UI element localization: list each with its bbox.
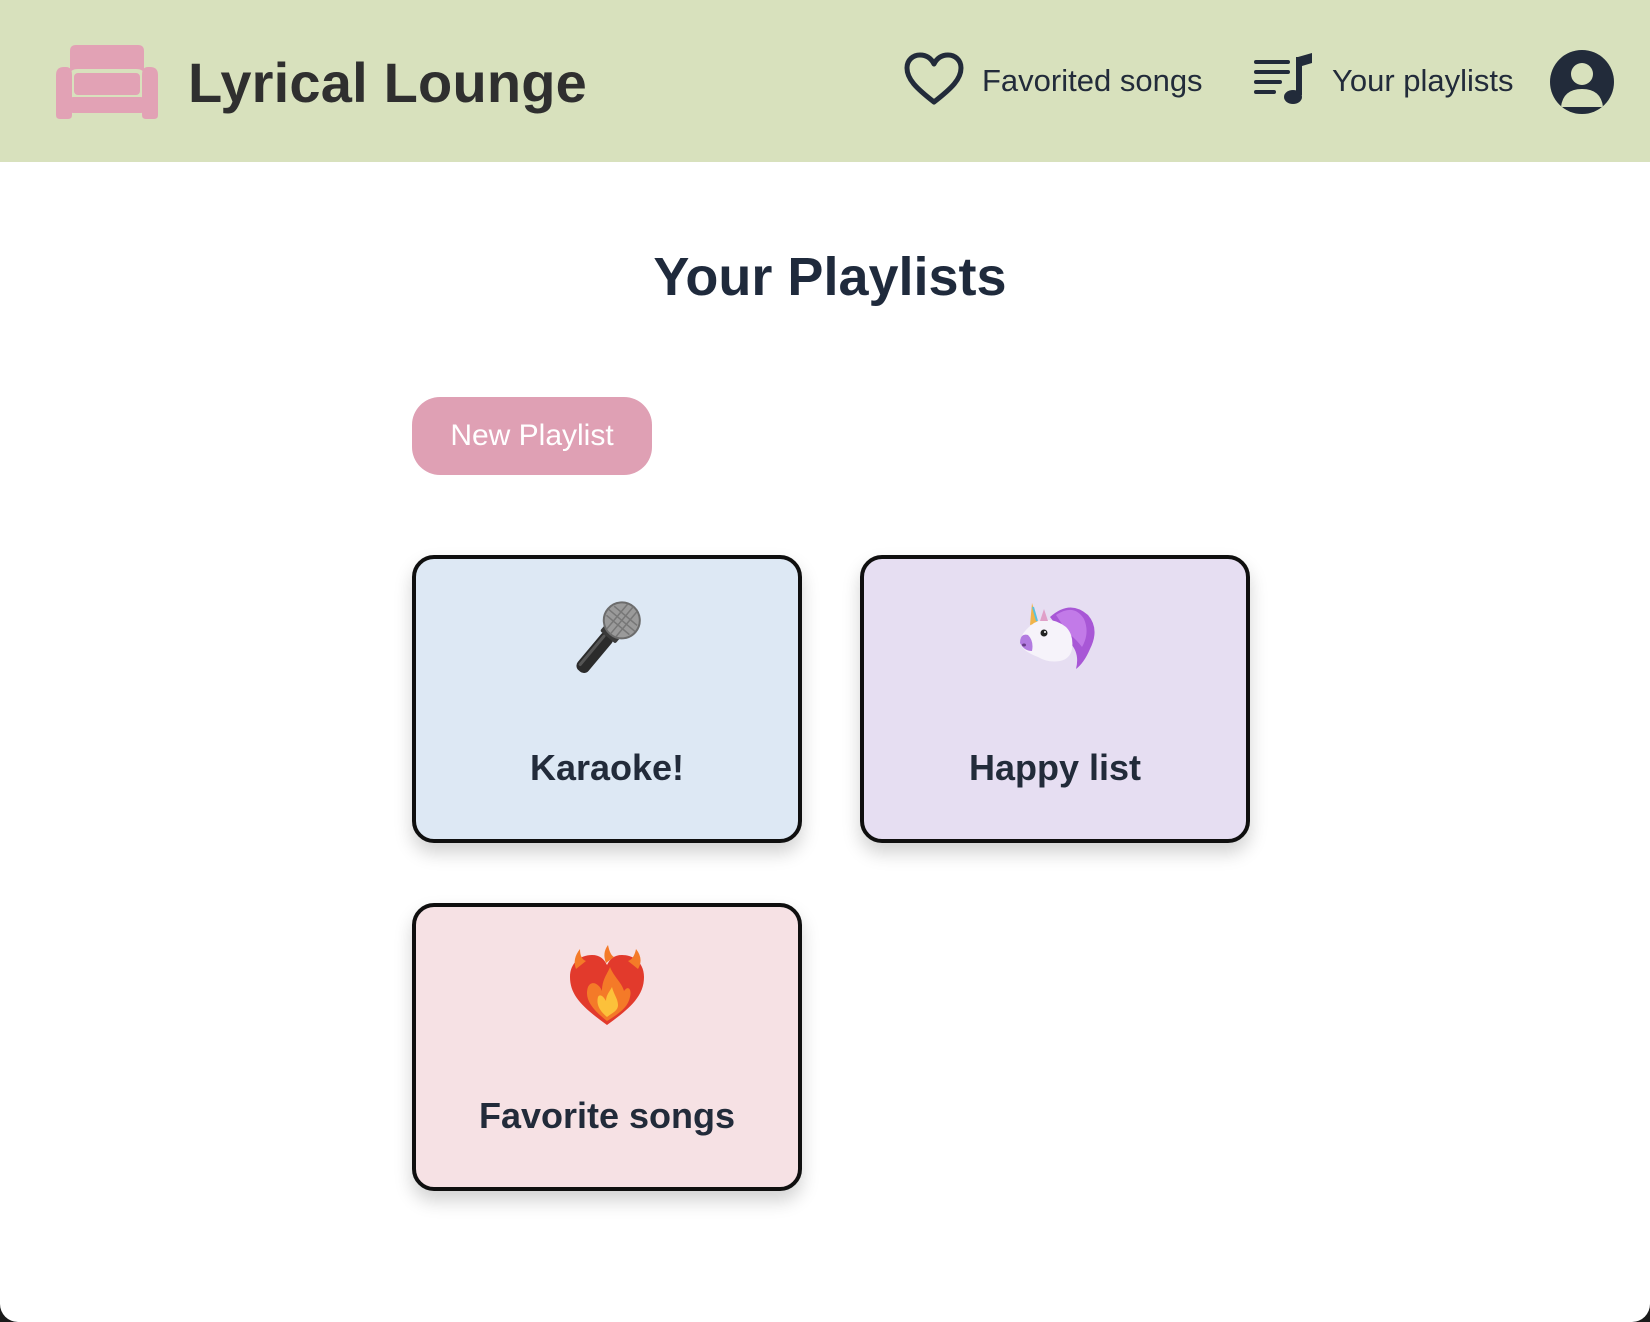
app-window: Lyrical Lounge Favorited songs Your play… xyxy=(0,0,1650,1322)
nav-favorited-songs[interactable]: Favorited songs xyxy=(904,48,1203,114)
playlist-card-title: Happy list xyxy=(968,747,1142,788)
sofa-icon xyxy=(56,45,158,119)
microphone-icon xyxy=(416,593,798,683)
heart-on-fire-icon xyxy=(416,941,798,1031)
app-title: Lyrical Lounge xyxy=(188,50,588,114)
heart-outline-icon xyxy=(904,52,964,111)
new-playlist-button[interactable]: New Playlist xyxy=(412,397,652,475)
brand-link[interactable]: Lyrical Lounge xyxy=(56,42,587,122)
playlist-card-title: Karaoke! xyxy=(529,747,685,788)
top-navbar: Lyrical Lounge Favorited songs Your play… xyxy=(0,0,1650,162)
playlist-card-title: Favorite songs xyxy=(478,1095,736,1136)
unicorn-icon xyxy=(864,593,1246,683)
playlist-card-favorite-songs[interactable]: Favorite songs xyxy=(412,903,802,1191)
nav-favorited-songs-label: Favorited songs xyxy=(982,63,1203,98)
nav-your-playlists-label: Your playlists xyxy=(1332,63,1514,98)
page-title: Your Playlists xyxy=(653,247,1007,307)
nav-your-playlists[interactable]: Your playlists xyxy=(1254,48,1514,114)
playlist-card-karaoke[interactable]: Karaoke! xyxy=(412,555,802,843)
playlist-music-icon xyxy=(1254,52,1314,110)
user-avatar-icon[interactable] xyxy=(1549,49,1615,115)
playlist-card-happy-list[interactable]: Happy list xyxy=(860,555,1250,843)
